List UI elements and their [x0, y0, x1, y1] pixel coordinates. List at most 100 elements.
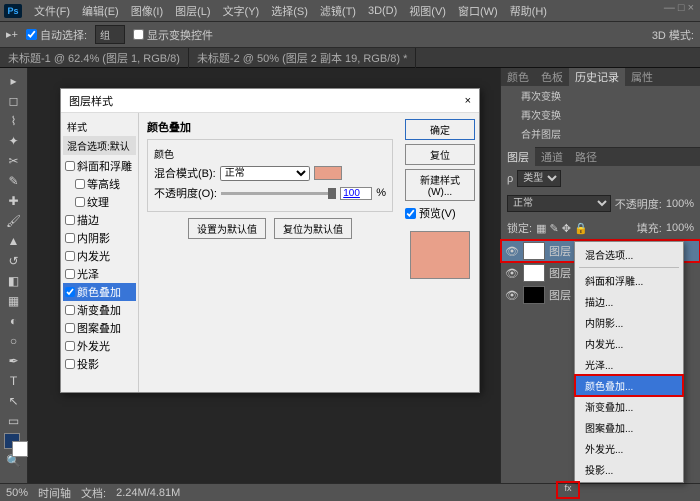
ctx-patoverlay[interactable]: 图案叠加...	[575, 417, 683, 438]
close-icon[interactable]: ×	[465, 95, 471, 107]
shape-tool[interactable]: ▭	[4, 412, 24, 430]
lock-label: 锁定:	[507, 220, 532, 236]
preview-check[interactable]: 预览(V)	[405, 205, 475, 221]
ctx-outerglow[interactable]: 外发光...	[575, 438, 683, 459]
opacity-input[interactable]: 100	[340, 187, 372, 200]
style-stroke[interactable]: 描边	[63, 211, 136, 229]
section-title: 颜色叠加	[147, 119, 393, 135]
ctx-dropshadow[interactable]: 投影...	[575, 459, 683, 480]
ctx-stroke[interactable]: 描边...	[575, 291, 683, 312]
menu-view[interactable]: 视图(V)	[403, 3, 452, 19]
pen-tool[interactable]: ✒	[4, 352, 24, 370]
style-patoverlay[interactable]: 图案叠加	[63, 319, 136, 337]
layer-style-dialog: 图层样式 × 样式 混合选项:默认 斜面和浮雕 等高线 纹理 描边 内阴影 内发…	[60, 88, 480, 393]
style-contour[interactable]: 等高线	[63, 175, 136, 193]
style-satin[interactable]: 光泽	[63, 265, 136, 283]
menu-3d[interactable]: 3D(D)	[362, 5, 403, 17]
style-bevel[interactable]: 斜面和浮雕	[63, 157, 136, 175]
tab-color[interactable]: 颜色	[501, 68, 535, 87]
marquee-tool[interactable]: ◻	[4, 92, 24, 110]
stamp-tool[interactable]: ▲	[4, 232, 24, 250]
style-innerglow[interactable]: 内发光	[63, 247, 136, 265]
ctx-satin[interactable]: 光泽...	[575, 354, 683, 375]
blend-options[interactable]: 混合选项:默认	[63, 136, 136, 155]
menu-file[interactable]: 文件(F)	[28, 3, 76, 19]
lasso-tool[interactable]: ⌇	[4, 112, 24, 130]
group-label: 颜色	[154, 146, 386, 161]
styles-header[interactable]: 样式	[63, 117, 136, 136]
menu-window[interactable]: 窗口(W)	[452, 3, 504, 19]
timeline-label[interactable]: 时间轴	[38, 485, 71, 501]
new-style-button[interactable]: 新建样式(W)...	[405, 169, 475, 201]
auto-select-check[interactable]: 自动选择:	[26, 27, 87, 43]
history-item[interactable]: 再次变换	[501, 86, 700, 105]
visibility-icon[interactable]: 👁	[505, 245, 519, 258]
tab-properties[interactable]: 属性	[625, 68, 659, 87]
menu-filter[interactable]: 滤镜(T)	[314, 3, 362, 19]
cancel-button[interactable]: 复位	[405, 144, 475, 165]
menu-select[interactable]: 选择(S)	[265, 3, 314, 19]
wand-tool[interactable]: ✦	[4, 132, 24, 150]
style-texture[interactable]: 纹理	[63, 193, 136, 211]
reset-default-button[interactable]: 复位为默认值	[274, 218, 352, 239]
ctx-blend[interactable]: 混合选项...	[575, 244, 683, 265]
menu-type[interactable]: 文字(Y)	[217, 3, 266, 19]
type-tool[interactable]: T	[4, 372, 24, 390]
tab-paths[interactable]: 路径	[569, 147, 603, 167]
style-dropshadow[interactable]: 投影	[63, 355, 136, 373]
style-gradoverlay[interactable]: 渐变叠加	[63, 301, 136, 319]
opacity-value[interactable]: 100%	[666, 198, 694, 210]
visibility-icon[interactable]: 👁	[505, 267, 519, 280]
menu-help[interactable]: 帮助(H)	[504, 3, 553, 19]
blend-mode[interactable]: 正常	[507, 195, 611, 212]
eraser-tool[interactable]: ◧	[4, 272, 24, 290]
blend-select[interactable]: 正常	[220, 166, 310, 181]
eyedropper-tool[interactable]: ✎	[4, 172, 24, 190]
auto-select-target[interactable]: 组	[95, 25, 125, 44]
make-default-button[interactable]: 设置为默认值	[188, 218, 266, 239]
style-innershadow[interactable]: 内阴影	[63, 229, 136, 247]
history-item[interactable]: 再次变换	[501, 105, 700, 124]
history-brush[interactable]: ↺	[4, 252, 24, 270]
menu-layer[interactable]: 图层(L)	[169, 3, 216, 19]
gradient-tool[interactable]: ▦	[4, 292, 24, 310]
tab-swatch[interactable]: 色板	[535, 68, 569, 87]
opacity-slider[interactable]	[221, 192, 336, 195]
ctx-gradoverlay[interactable]: 渐变叠加...	[575, 396, 683, 417]
ctx-innerglow[interactable]: 内发光...	[575, 333, 683, 354]
ctx-bevel[interactable]: 斜面和浮雕...	[575, 270, 683, 291]
heal-tool[interactable]: ✚	[4, 192, 24, 210]
window-controls[interactable]: — □ ×	[664, 2, 694, 14]
fill-label: 填充:	[637, 220, 662, 236]
lock-icons[interactable]: ▦ ✎ ✥ 🔒	[536, 222, 588, 235]
show-transform-check[interactable]: 显示变换控件	[133, 27, 213, 43]
style-outerglow[interactable]: 外发光	[63, 337, 136, 355]
menu-image[interactable]: 图像(I)	[125, 3, 169, 19]
fx-button[interactable]: fx	[558, 483, 578, 497]
color-swatch[interactable]	[314, 166, 342, 180]
tab-channels[interactable]: 通道	[535, 147, 569, 167]
crop-tool[interactable]: ✂	[4, 152, 24, 170]
history-item[interactable]: 合并图层	[501, 124, 700, 143]
filter-kind[interactable]: 类型	[517, 170, 561, 187]
dodge-tool[interactable]: ○	[4, 332, 24, 350]
blur-tool[interactable]: ◐	[4, 312, 24, 330]
ctx-innershadow[interactable]: 内阴影...	[575, 312, 683, 333]
zoom-level[interactable]: 50%	[6, 487, 28, 499]
ctx-coloroverlay[interactable]: 颜色叠加...	[575, 375, 683, 396]
background-color[interactable]	[12, 441, 28, 457]
doc-tab-1[interactable]: 未标题-1 @ 62.4% (图层 1, RGB/8)	[0, 48, 189, 68]
tab-layers[interactable]: 图层	[501, 147, 535, 167]
menu-edit[interactable]: 编辑(E)	[76, 3, 125, 19]
fill-value[interactable]: 100%	[666, 222, 694, 234]
mode-label: 3D 模式:	[652, 27, 694, 43]
visibility-icon[interactable]: 👁	[505, 289, 519, 302]
move-tool[interactable]: ▸	[4, 72, 24, 90]
style-coloroverlay[interactable]: 颜色叠加	[63, 283, 136, 301]
tab-history[interactable]: 历史记录	[569, 68, 625, 87]
path-tool[interactable]: ↖	[4, 392, 24, 410]
brush-tool[interactable]: 🖌	[4, 212, 24, 230]
doc-tab-2[interactable]: 未标题-2 @ 50% (图层 2 副本 19, RGB/8) *	[189, 48, 416, 68]
blend-label: 混合模式(B):	[154, 165, 216, 181]
ok-button[interactable]: 确定	[405, 119, 475, 140]
